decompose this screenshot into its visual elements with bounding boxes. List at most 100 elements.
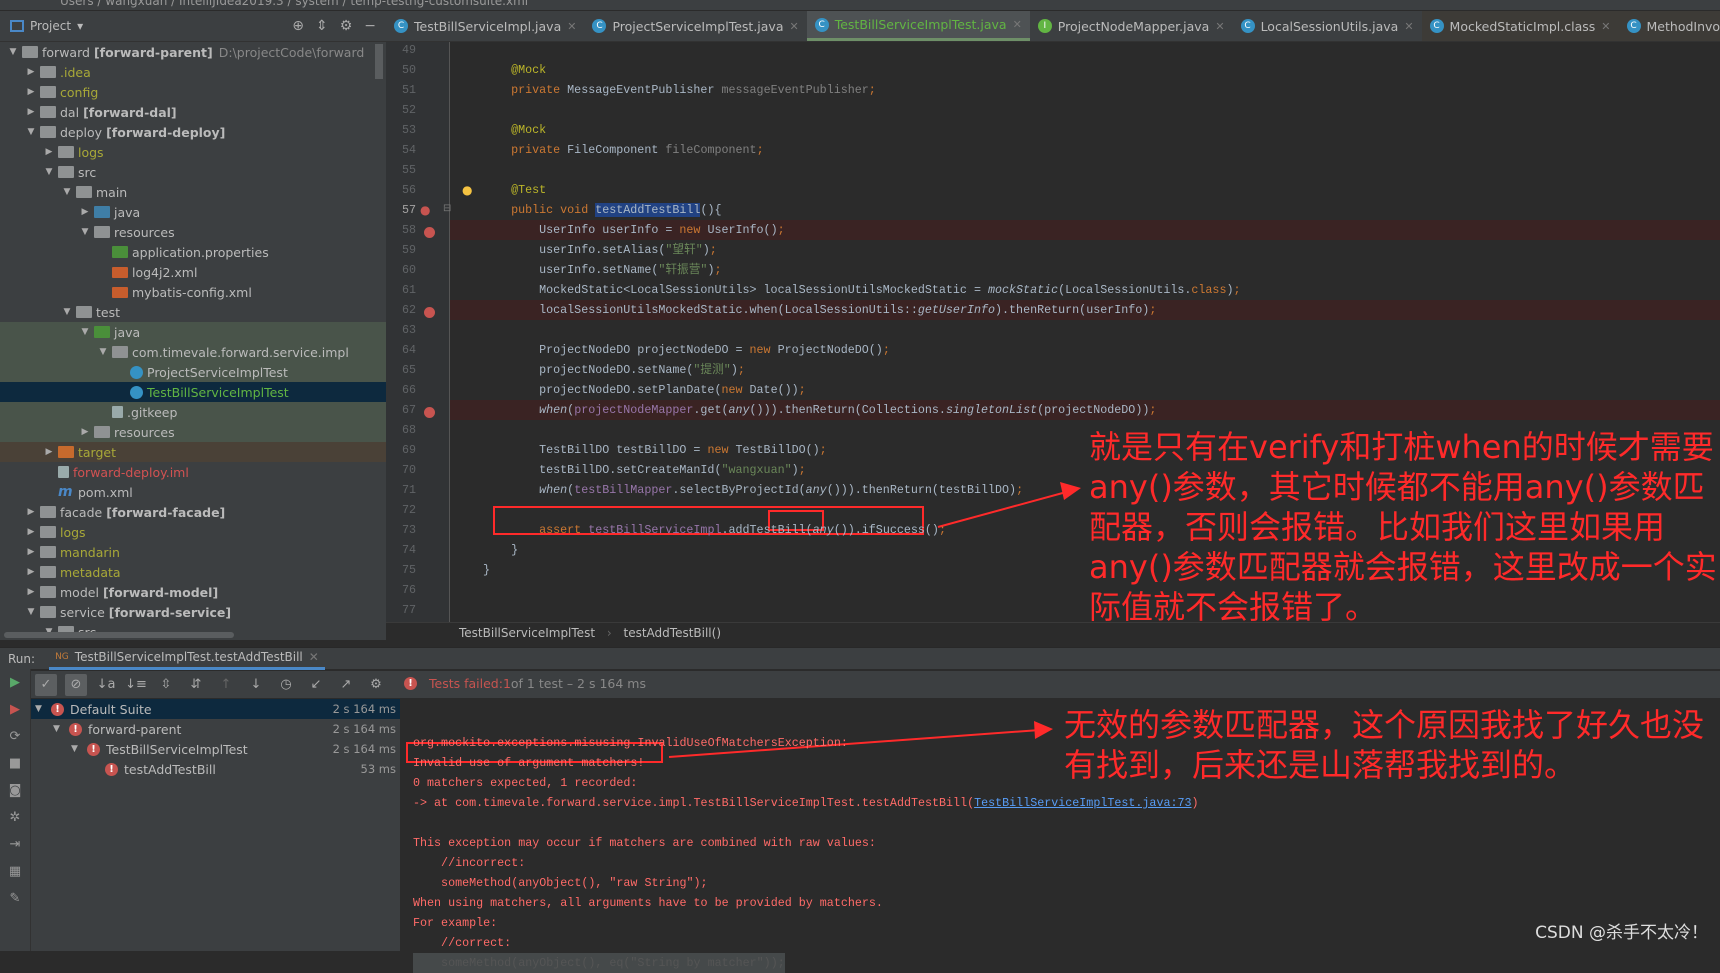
code-token: ) <box>730 363 738 377</box>
code-token: MockedStatic<LocalSessionUtils> localSes… <box>539 283 988 297</box>
console-line: Invalid use of argument matchers! <box>413 753 644 773</box>
code-line[interactable]: ProjectNodeDO projectNodeDO = new Projec… <box>450 340 1720 360</box>
fold-icon[interactable]: ⊟ <box>443 203 451 214</box>
console-line: For example: <box>413 913 497 933</box>
breakpoint-icon[interactable] <box>424 307 435 318</box>
line-number: 76 <box>401 583 416 597</box>
code-token: ; <box>709 243 717 257</box>
console-text: -> at com.timevale.forward.service.impl.… <box>413 796 975 810</box>
console-text: 0 matchers expected, 1 recorded: <box>413 776 638 790</box>
code-token: ())).thenReturn(testBillDO) <box>826 483 1017 497</box>
console-line: someMethod(anyObject(), "raw String"); <box>413 873 708 893</box>
console-line: someMethod(anyObject(), eq("String by ma… <box>413 953 785 973</box>
code-token: messageEventPublisher <box>721 83 869 97</box>
line-number: 77 <box>401 603 416 617</box>
code-line[interactable]: localSessionUtilsMockedStatic.when(Local… <box>450 300 1720 320</box>
code-line[interactable]: public void testAddTestBill(){ <box>450 200 1720 220</box>
code-token: testBillMapper <box>574 483 673 497</box>
code-line[interactable] <box>450 320 1720 340</box>
line-number: 57 <box>401 203 416 217</box>
code-line[interactable]: when(testBillMapper.selectByProjectId(an… <box>450 480 1720 500</box>
code-token: when <box>539 483 568 497</box>
line-number: 52 <box>401 103 416 117</box>
console-text: //incorrect: <box>413 856 526 870</box>
code-line[interactable]: projectNodeDO.setPlanDate(new Date()); <box>450 380 1720 400</box>
code-line[interactable]: testBillDO.setCreateManId("wangxuan"); <box>450 460 1720 480</box>
line-number: 65 <box>401 363 416 377</box>
line-number: 59 <box>401 243 416 257</box>
watermark: CSDN @杀手不太冷！ <box>1535 923 1708 943</box>
code-token: ProjectNodeDO() <box>777 343 883 357</box>
code-token: any <box>805 483 827 497</box>
line-number: 54 <box>401 143 416 157</box>
annotation-line: 有找到，后来还是山落帮我找到的。 <box>1064 746 1577 784</box>
code-line[interactable]: userInfo.setName("轩振营"); <box>450 260 1720 280</box>
line-number: 62 <box>401 303 416 317</box>
code-token: } <box>511 543 519 557</box>
code-line[interactable]: userInfo.setAlias("望轩"); <box>450 240 1720 260</box>
line-number: 63 <box>401 323 416 337</box>
code-line[interactable] <box>450 100 1720 120</box>
code-token: userInfo.setName( <box>539 263 659 277</box>
line-number: 61 <box>401 283 416 297</box>
code-line[interactable] <box>450 500 1720 520</box>
arrow-head-2 <box>1034 721 1053 739</box>
code-token: ; <box>756 143 764 157</box>
breakpoint-icon[interactable] <box>424 227 435 238</box>
code-line[interactable] <box>450 40 1720 60</box>
console-text: org.mockito.exceptions.misusing.InvalidU… <box>413 736 848 750</box>
code-line[interactable]: UserInfo userInfo = new UserInfo(); <box>450 220 1720 240</box>
code-line[interactable]: TestBillDO testBillDO = new TestBillDO()… <box>450 440 1720 460</box>
code-token: MessageEventPublisher <box>567 83 722 97</box>
console-text: Invalid use of argument matchers! <box>413 756 645 770</box>
code-line[interactable] <box>450 600 1720 620</box>
console-text: someMethod(anyObject(), eq("String by ma… <box>413 956 785 970</box>
lightbulb-icon[interactable]: ● <box>462 183 472 197</box>
code-token: FileComponent <box>567 143 666 157</box>
code-token: localSessionUtilsMockedStatic.when(Local… <box>539 303 918 317</box>
code-line[interactable] <box>450 580 1720 600</box>
code-line[interactable]: private FileComponent fileComponent; <box>450 140 1720 160</box>
code-line[interactable]: } <box>450 560 1720 580</box>
code-token: ; <box>798 383 806 397</box>
code-token: ; <box>819 443 827 457</box>
code-line[interactable]: @Test <box>450 180 1720 200</box>
console-line: This exception may occur if matchers are… <box>413 833 876 853</box>
code-line[interactable]: assert testBillServiceImpl.addTestBill(a… <box>450 520 1720 540</box>
line-number: 68 <box>401 423 416 437</box>
code-line[interactable]: projectNodeDO.setName("提测"); <box>450 360 1720 380</box>
code-token: ()).ifSuccess() <box>833 523 939 537</box>
breakpoint-icon[interactable] <box>424 407 435 418</box>
code-token: .selectByProjectId( <box>672 483 806 497</box>
run-test-icon[interactable]: ● <box>420 203 430 217</box>
code-token: ).thenReturn(userInfo) <box>995 303 1150 317</box>
code-token: userInfo.setAlias( <box>539 243 666 257</box>
code-line[interactable]: @Mock <box>450 120 1720 140</box>
line-number: 64 <box>401 343 416 357</box>
code-line[interactable]: MockedStatic<LocalSessionUtils> localSes… <box>450 280 1720 300</box>
code-token: public void <box>511 203 596 217</box>
code-line[interactable] <box>450 420 1720 440</box>
line-number: 56 <box>401 183 416 197</box>
console-line: org.mockito.exceptions.misusing.InvalidU… <box>413 733 848 753</box>
code-token: @Mock <box>511 63 547 77</box>
line-number: 66 <box>401 383 416 397</box>
code-line[interactable]: when(projectNodeMapper.get(any())).thenR… <box>450 400 1720 420</box>
code-line[interactable]: @Mock <box>450 60 1720 80</box>
code-token: ) <box>702 243 710 257</box>
code-line[interactable]: } <box>450 540 1720 560</box>
code-token: ; <box>938 523 946 537</box>
console-line: 0 matchers expected, 1 recorded: <box>413 773 637 793</box>
code-token: "轩振营" <box>658 263 708 277</box>
line-number: 73 <box>401 523 416 537</box>
code-line[interactable]: private MessageEventPublisher messageEve… <box>450 80 1720 100</box>
console-link[interactable]: TestBillServiceImplTest.java:73 <box>974 796 1191 810</box>
line-number: 69 <box>401 443 416 457</box>
code-line[interactable] <box>450 160 1720 180</box>
console-text: When using matchers, all arguments have … <box>413 896 883 910</box>
